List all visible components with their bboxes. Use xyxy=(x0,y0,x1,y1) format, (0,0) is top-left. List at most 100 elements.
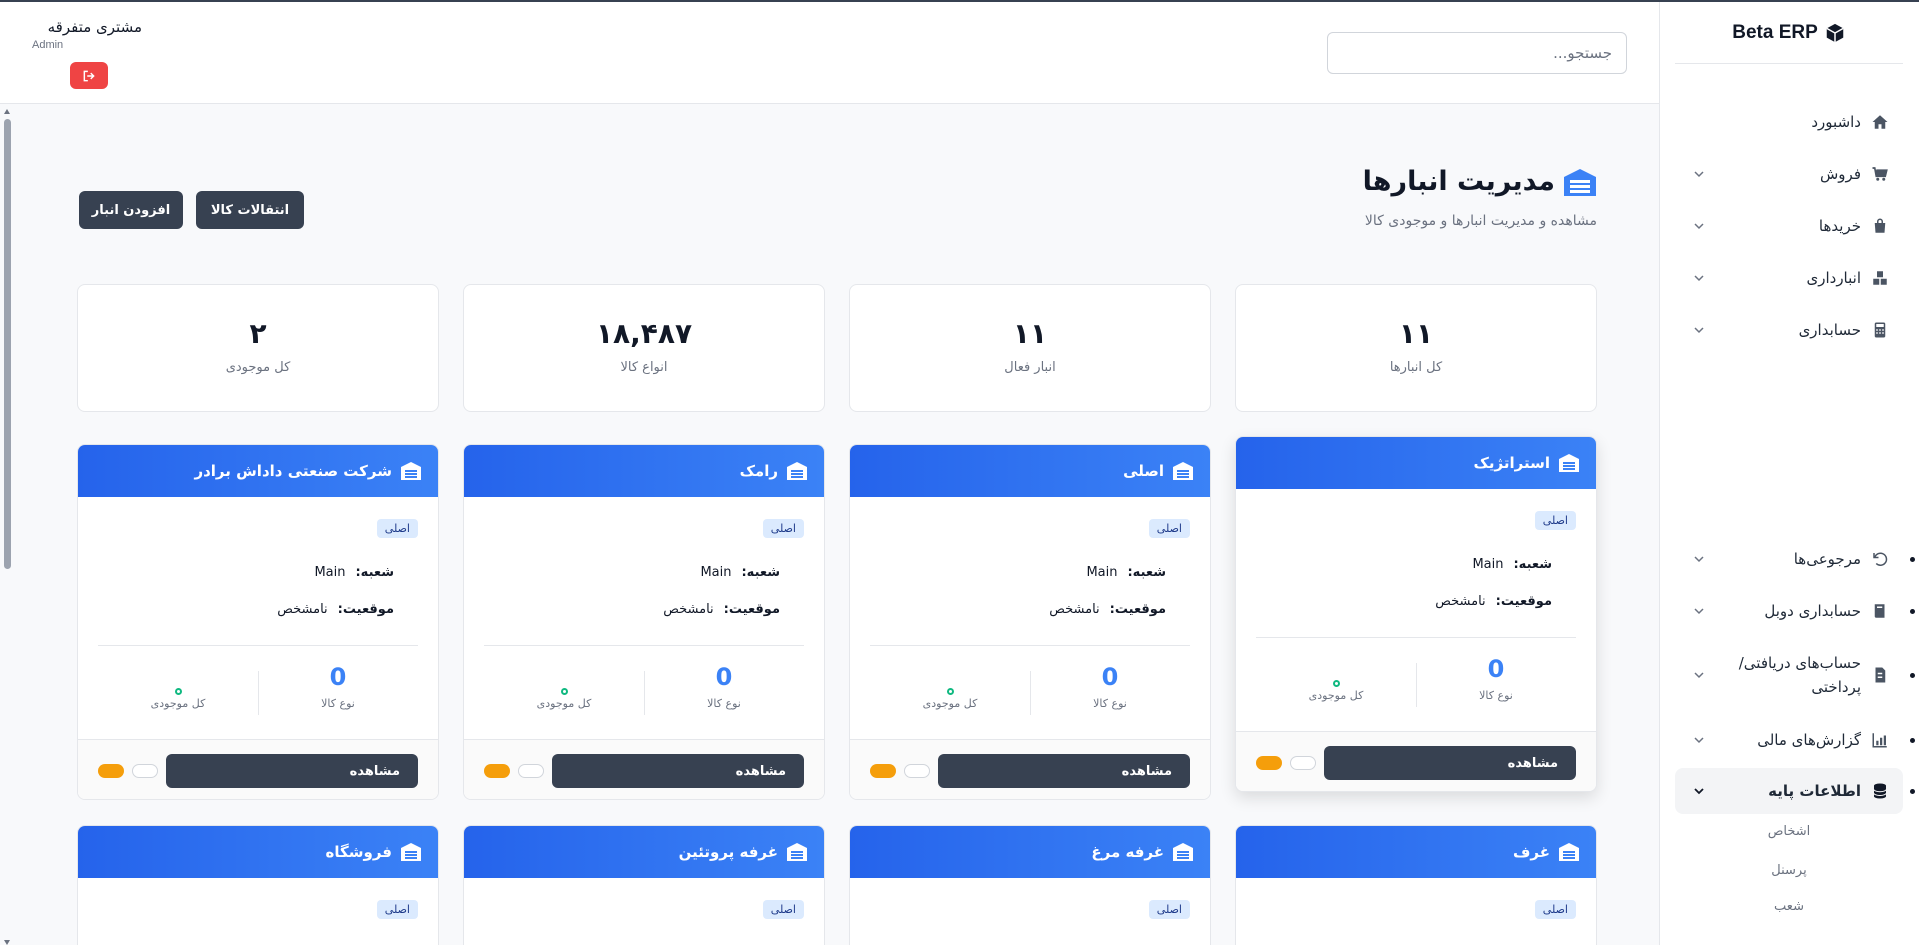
warehouse-card[interactable]: غرف اصلی xyxy=(1235,825,1597,945)
warehouse-type-badge: اصلی xyxy=(762,519,804,538)
warehouse-card[interactable]: اصلی اصلی شعبه: Main موقعیت: نامشخص 0 نوع ک… xyxy=(849,444,1211,800)
warehouse-name: شرکت صنعتی داداش برادر xyxy=(194,462,392,480)
metric-separator xyxy=(1416,663,1417,707)
sidebar-item-dashboard[interactable]: داشبورد xyxy=(1675,110,1903,134)
sidebar-item-label: مرجوعی‌ها xyxy=(1793,550,1861,568)
metric-value: 0 xyxy=(1487,655,1505,683)
sidebar-item-double-entry[interactable]: حسابداری دوبل xyxy=(1675,599,1915,623)
transfer-goods-button[interactable]: انتقالات کالا xyxy=(196,191,304,229)
warehouse-card-header: استراتژیک xyxy=(1236,437,1596,489)
metric-label: نوع کالا xyxy=(1479,689,1513,702)
warehouse-type-badge: اصلی xyxy=(376,900,418,919)
location-label: موقعیت: xyxy=(1495,594,1552,609)
sidebar-item-financial-reports[interactable]: گزارش‌های مالی xyxy=(1675,728,1915,752)
branch-label: شعبه: xyxy=(1513,557,1552,572)
chevron-down-icon xyxy=(1693,553,1705,565)
metric-label: کل موجودی xyxy=(922,697,978,710)
sidebar-subitem-personnel[interactable]: پرسنل xyxy=(1719,863,1859,878)
scroll-up-arrow[interactable] xyxy=(4,109,10,114)
warehouse-card[interactable]: غرفه مرغ اصلی xyxy=(849,825,1211,945)
sidebar-item-label: حسابداری xyxy=(1798,321,1861,339)
warehouse-card-header: غرفه مرغ xyxy=(850,826,1210,878)
edit-button[interactable] xyxy=(132,764,158,778)
add-warehouse-button[interactable]: افزودن انبار xyxy=(79,191,183,229)
chevron-down-icon xyxy=(1693,734,1705,746)
bullet-dot xyxy=(1910,788,1915,794)
edit-button[interactable] xyxy=(904,764,930,778)
metric-label: نوع کالا xyxy=(1093,697,1127,710)
branch-value: Main xyxy=(700,565,732,580)
warehouse-card[interactable]: رامک اصلی شعبه: Main موقعیت: نامشخص 0 نوع ک… xyxy=(463,444,825,800)
sidebar-item-purchases[interactable]: خریدها xyxy=(1675,214,1903,238)
sidebar-subitem-branches[interactable]: شعب xyxy=(1719,899,1859,914)
warehouse-name: غرف xyxy=(1512,843,1550,861)
warehouse-card[interactable]: شرکت صنعتی داداش برادر اصلی شعبه: Main مو… xyxy=(77,444,439,800)
metric-label: نوع کالا xyxy=(321,697,355,710)
toggle-button[interactable] xyxy=(98,764,124,778)
view-button[interactable]: مشاهده xyxy=(166,754,418,788)
status-ring xyxy=(484,673,644,695)
sidebar-item-inventory[interactable]: انبارداری xyxy=(1675,266,1903,290)
home-icon xyxy=(1871,113,1889,131)
metric-separator xyxy=(258,671,259,715)
sidebar-item-accounting[interactable]: حسابداری xyxy=(1675,318,1903,342)
divider xyxy=(98,645,418,646)
warehouse-name: استراتژیک xyxy=(1473,454,1550,472)
view-button[interactable]: مشاهده xyxy=(552,754,804,788)
chevron-down-icon xyxy=(1693,168,1705,180)
scroll-down-arrow[interactable] xyxy=(4,940,10,945)
sidebar-item-returns[interactable]: مرجوعی‌ها xyxy=(1675,547,1915,571)
stat-value: ۱۱ xyxy=(1398,317,1434,350)
stat-card-total-stock: ۲ کل موجودی xyxy=(77,284,439,412)
metric-label: کل موجودی xyxy=(150,697,206,710)
toggle-button[interactable] xyxy=(1256,756,1282,770)
bullet-dot xyxy=(1910,737,1915,743)
view-button[interactable]: مشاهده xyxy=(1324,746,1576,780)
edit-button[interactable] xyxy=(1290,756,1316,770)
sidebar-subitem-persons[interactable]: اشخاص xyxy=(1719,824,1859,839)
location-row: موقعیت: نامشخص xyxy=(1049,602,1166,617)
metric-label: کل موجودی xyxy=(1308,689,1364,702)
metric-item-types: 0 نوع کالا xyxy=(644,663,804,710)
warehouse-card-header: اصلی xyxy=(850,445,1210,497)
sidebar-item-base-info[interactable]: اطلاعات پایه xyxy=(1675,768,1915,814)
user-info: مشتری متفرقه Admin xyxy=(32,18,142,51)
stat-label: انبار فعال xyxy=(1004,360,1056,375)
metric-total-stock: کل موجودی xyxy=(98,663,258,710)
warehouse-card[interactable]: فروشگاه اصلی xyxy=(77,825,439,945)
brand-logo[interactable]: Beta ERP xyxy=(1675,2,1903,64)
stat-card-item-types: ۱۸,۴۸۷ انواع کالا xyxy=(463,284,825,412)
location-label: موقعیت: xyxy=(1109,602,1166,617)
sidebar-item-label: داشبورد xyxy=(1811,113,1861,131)
sidebar-item-label: حساب‌های دریافتی/ پرداختی xyxy=(1705,651,1861,699)
sidebar-item-receivables-payables[interactable]: حساب‌های دریافتی/ پرداختی xyxy=(1675,650,1915,700)
branch-row: شعبه: Main xyxy=(1086,565,1166,580)
page-title: مدیریت انبارها xyxy=(1363,166,1597,197)
branch-row: شعبه: Main xyxy=(700,565,780,580)
page-scrollbar[interactable] xyxy=(2,107,12,945)
scroll-thumb[interactable] xyxy=(4,119,11,569)
view-button[interactable]: مشاهده xyxy=(938,754,1190,788)
warehouse-type-badge: اصلی xyxy=(1148,900,1190,919)
stat-label: انواع کالا xyxy=(620,360,668,375)
warehouse-card[interactable]: غرفه پروتئین اصلی xyxy=(463,825,825,945)
user-role: Admin xyxy=(32,39,64,51)
status-ring xyxy=(98,673,258,695)
location-row: موقعیت: نامشخص xyxy=(1435,594,1552,609)
edit-button[interactable] xyxy=(518,764,544,778)
logout-button[interactable] xyxy=(70,62,108,89)
warehouse-card[interactable]: استراتژیک اصلی شعبه: Main موقعیت: نامشخص 0… xyxy=(1235,436,1597,792)
sidebar-item-sales[interactable]: فروش xyxy=(1675,162,1903,186)
location-value: نامشخص xyxy=(1435,594,1486,609)
database-icon xyxy=(1871,782,1889,800)
branch-row: شعبه: Main xyxy=(314,565,394,580)
warehouse-type-badge: اصلی xyxy=(376,519,418,538)
status-ring xyxy=(870,673,1030,695)
sign-out-icon xyxy=(82,69,96,83)
search-input[interactable] xyxy=(1327,32,1627,74)
toggle-button[interactable] xyxy=(870,764,896,778)
divider xyxy=(1256,637,1576,638)
warehouse-name: غرفه پروتئین xyxy=(678,843,778,861)
location-label: موقعیت: xyxy=(723,602,780,617)
toggle-button[interactable] xyxy=(484,764,510,778)
